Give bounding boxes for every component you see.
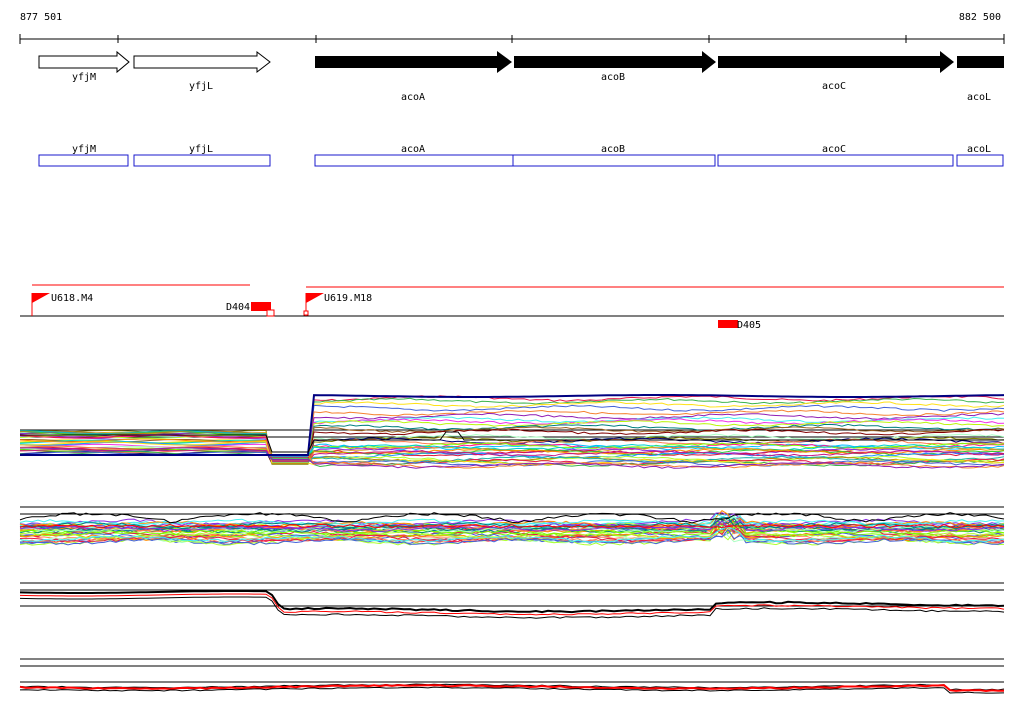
annotation-box-acoL[interactable] xyxy=(956,154,1004,167)
genome-browser-canvas[interactable]: yfjM yfjL acoA acoB acoC acoL yfjM yfjL … xyxy=(0,0,1024,714)
gene-label-acoB: acoB xyxy=(601,72,625,83)
annotation-label-yfjL: yfjL xyxy=(189,144,213,155)
marker-label-u618: U618.M4 xyxy=(51,293,93,304)
annotation-label-acoA: acoA xyxy=(401,144,425,155)
flag-marker-u618[interactable]: U618.M4 xyxy=(31,293,93,316)
gene-yfjM[interactable]: yfjM xyxy=(38,50,130,83)
gene-acoA[interactable]: acoA xyxy=(315,51,512,103)
annotation-box-acoA[interactable] xyxy=(314,154,514,167)
flag-marker-u619[interactable]: U619.M18 xyxy=(303,293,372,316)
marker-label-u619: U619.M18 xyxy=(324,293,372,304)
annotation-box-acoB[interactable] xyxy=(512,154,716,167)
gene-yfjL[interactable]: yfjL xyxy=(133,50,271,92)
block-marker-d404[interactable]: D404 xyxy=(226,302,275,317)
expression-track-1[interactable] xyxy=(19,394,1005,469)
gene-track: yfjM yfjL acoA acoB acoC acoL xyxy=(38,50,1004,103)
annotation-box-yfjM[interactable] xyxy=(38,154,129,167)
gene-label-acoA: acoA xyxy=(401,92,425,103)
gene-acoC[interactable]: acoC xyxy=(718,51,954,92)
marker-track: U618.M4 U619.M18 D404 D405 xyxy=(20,284,1004,331)
gene-label-yfjM: yfjM xyxy=(72,72,96,83)
expression-track-2[interactable] xyxy=(19,506,1005,546)
block-marker-d405[interactable]: D405 xyxy=(718,320,761,331)
gene-label-acoL: acoL xyxy=(967,92,991,103)
marker-label-d404: D404 xyxy=(226,302,250,313)
annotation-box-yfjL[interactable] xyxy=(133,154,271,167)
expression-track-3[interactable] xyxy=(19,582,1005,619)
annotation-track: yfjM yfjL acoA acoB acoC acoL xyxy=(38,144,1004,167)
genome-browser-view: 877 501 882 500 yfjM yfjL acoA acoB acoC… xyxy=(0,0,1024,714)
gene-label-acoC: acoC xyxy=(822,81,846,92)
annotation-label-acoB: acoB xyxy=(601,144,625,155)
annotation-box-acoC[interactable] xyxy=(717,154,954,167)
gene-acoB[interactable]: acoB xyxy=(514,51,716,83)
annotation-label-acoC: acoC xyxy=(822,144,846,155)
annotation-label-acoL: acoL xyxy=(967,144,991,155)
gene-label-yfjL: yfjL xyxy=(189,81,213,92)
coordinate-ruler xyxy=(19,34,1005,44)
expression-track-4[interactable] xyxy=(19,658,1005,694)
gene-acoL[interactable]: acoL xyxy=(957,56,1004,103)
marker-label-d405: D405 xyxy=(737,320,761,331)
annotation-label-yfjM: yfjM xyxy=(72,144,96,155)
